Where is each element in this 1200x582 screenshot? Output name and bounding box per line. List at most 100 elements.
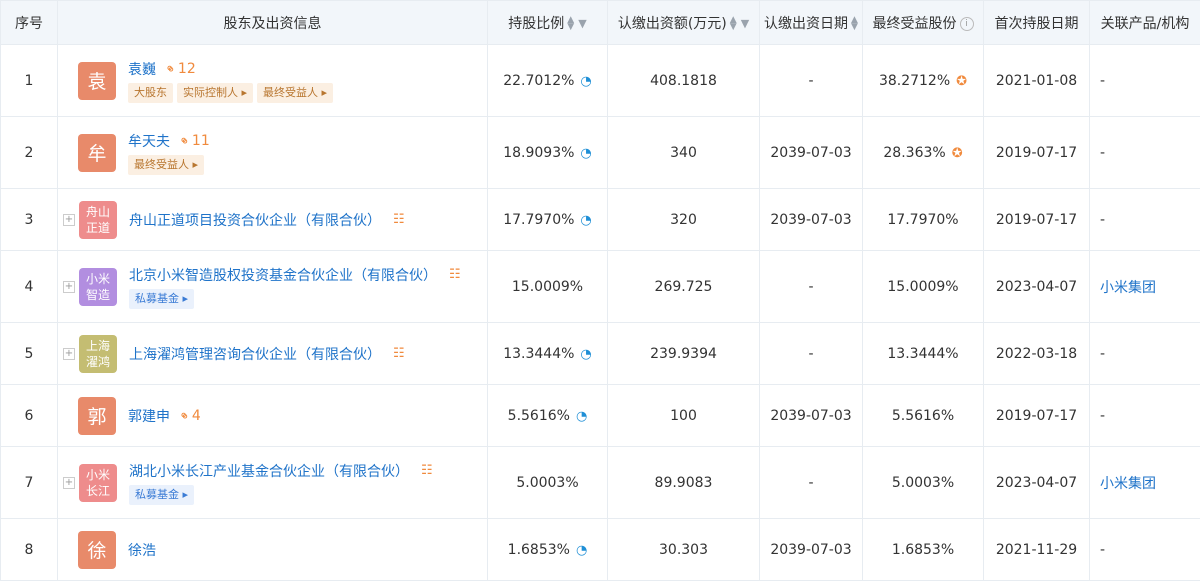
avatar: 郭	[78, 396, 116, 435]
info-icon[interactable]: i	[959, 16, 974, 31]
cell-first-date: 2019-07-17	[983, 384, 1090, 447]
cell-beneficial: 15.0009%	[862, 250, 984, 323]
equity-tree-icon[interactable]: ☷	[449, 267, 461, 282]
cell-seq: 1	[0, 44, 58, 117]
cell-first-date: 2023-04-07	[983, 250, 1090, 323]
relation-network-icon: ⚭	[174, 131, 193, 151]
shareholder-name-link[interactable]: 袁巍	[128, 59, 156, 79]
cell-first-date: 2022-03-18	[983, 322, 1090, 385]
cell-date: 2039-07-03	[759, 518, 863, 581]
shareholder-table: 序号 股东及出资信息 持股比例 ▲ ▼ ▼ 认缴出资额(万元) ▲ ▼ ▼ 认缴出资日期 ▲ ▼…	[0, 0, 1200, 581]
cell-first-date: 2021-11-29	[983, 518, 1090, 581]
cell-ratio: 5.0003%	[487, 446, 608, 519]
expand-button[interactable]: +	[63, 476, 75, 489]
cell-holder: + 上海濯鸿 上海濯鸿管理咨询合伙企业（有限合伙） ☷	[57, 322, 488, 385]
relation-network-icon: ⚭	[160, 59, 179, 79]
related-product-link[interactable]: 小米集团	[1100, 280, 1156, 296]
cell-holder: 袁 袁巍 ⚭12 大股东 实际控制人 ▸ 最终受益人 ▸	[57, 44, 488, 117]
tag-private-fund[interactable]: 私募基金 ▸	[129, 484, 195, 505]
related-product-link[interactable]: 小米集团	[1100, 476, 1156, 492]
col-date[interactable]: 认缴出资日期 ▲ ▼	[759, 0, 863, 45]
cell-first-date: 2019-07-17	[983, 188, 1090, 251]
filter-icon[interactable]: ▼	[741, 17, 749, 30]
cell-date: -	[759, 322, 863, 385]
cell-ratio: 18.9093% ◔	[487, 116, 608, 189]
cell-first-date: 2021-01-08	[983, 44, 1090, 117]
avatar: 舟山正道	[79, 200, 117, 239]
cell-related: -	[1089, 322, 1200, 385]
equity-tree-icon[interactable]: ☷	[393, 346, 405, 361]
pie-chart-icon[interactable]: ◔	[580, 213, 591, 228]
relation-count[interactable]: ⚭11	[174, 132, 209, 150]
cell-related: -	[1089, 384, 1200, 447]
sort-icon[interactable]: ▲ ▼	[730, 15, 737, 31]
col-first-date: 首次持股日期	[983, 0, 1090, 45]
beneficiary-icon[interactable]: ✪	[956, 74, 967, 89]
cell-related: -	[1089, 518, 1200, 581]
shareholder-name-link[interactable]: 上海濯鸿管理咨询合伙企业（有限合伙）	[129, 344, 381, 364]
cell-beneficial: 1.6853%	[862, 518, 984, 581]
equity-tree-icon[interactable]: ☷	[421, 463, 433, 478]
avatar: 小米长江	[79, 463, 117, 502]
cell-beneficial: 13.3444%	[862, 322, 984, 385]
cell-beneficial: 5.0003%	[862, 446, 984, 519]
avatar: 袁	[78, 61, 116, 100]
col-ratio[interactable]: 持股比例 ▲ ▼ ▼	[487, 0, 608, 45]
cell-first-date: 2019-07-17	[983, 116, 1090, 189]
table-row: 2 牟 牟天夫 ⚭11 最终受益人 ▸ 18.9093% ◔ 340 2039-…	[0, 116, 1200, 189]
equity-tree-icon[interactable]: ☷	[393, 212, 405, 227]
pie-chart-icon[interactable]: ◔	[580, 347, 591, 362]
cell-ratio: 1.6853% ◔	[487, 518, 608, 581]
relation-count[interactable]: ⚭4	[174, 407, 201, 425]
cell-first-date: 2023-04-07	[983, 446, 1090, 519]
cell-seq: 2	[0, 116, 58, 189]
pie-chart-icon[interactable]: ◔	[576, 409, 587, 424]
expand-button[interactable]: +	[63, 280, 75, 293]
tag-private-fund[interactable]: 私募基金 ▸	[129, 288, 195, 309]
beneficiary-icon[interactable]: ✪	[952, 146, 963, 161]
cell-amount: 239.9394	[607, 322, 760, 385]
avatar: 小米智造	[79, 267, 117, 306]
shareholder-name-link[interactable]: 湖北小米长江产业基金合伙企业（有限合伙）	[129, 461, 409, 481]
avatar: 徐	[78, 530, 116, 569]
table-row: 8 徐 徐浩 1.6853% ◔ 30.303 2039-07-03 1.6853…	[0, 518, 1200, 581]
sort-icon[interactable]: ▲ ▼	[851, 15, 858, 31]
cell-amount: 89.9083	[607, 446, 760, 519]
expand-button[interactable]: +	[63, 213, 75, 226]
shareholder-name-link[interactable]: 郭建申	[128, 406, 170, 426]
avatar: 牟	[78, 133, 116, 172]
cell-related: -	[1089, 44, 1200, 117]
pie-chart-icon[interactable]: ◔	[580, 74, 591, 89]
table-row: 4 + 小米智造 北京小米智造股权投资基金合伙企业（有限合伙） ☷ 私募基金 ▸	[0, 250, 1200, 323]
pie-chart-icon[interactable]: ◔	[576, 543, 587, 558]
tag-ultimate-beneficiary[interactable]: 最终受益人 ▸	[257, 82, 334, 103]
cell-seq: 8	[0, 518, 58, 581]
tag-actual-controller[interactable]: 实际控制人 ▸	[177, 82, 254, 103]
relation-count[interactable]: ⚭12	[160, 60, 195, 78]
avatar: 上海濯鸿	[79, 334, 117, 373]
tag-ultimate-beneficiary[interactable]: 最终受益人 ▸	[128, 154, 205, 175]
cell-beneficial: 5.5616%	[862, 384, 984, 447]
cell-date: 2039-07-03	[759, 188, 863, 251]
cell-seq: 4	[0, 250, 58, 323]
expand-button[interactable]: +	[63, 347, 75, 360]
cell-ratio: 17.7970% ◔	[487, 188, 608, 251]
cell-beneficial: 17.7970%	[862, 188, 984, 251]
shareholder-name-link[interactable]: 北京小米智造股权投资基金合伙企业（有限合伙）	[129, 265, 437, 285]
sort-icon[interactable]: ▲ ▼	[567, 15, 574, 31]
col-amount[interactable]: 认缴出资额(万元) ▲ ▼ ▼	[607, 0, 760, 45]
cell-ratio: 22.7012% ◔	[487, 44, 608, 117]
table-row: 5 + 上海濯鸿 上海濯鸿管理咨询合伙企业（有限合伙） ☷ 13.3444% ◔ …	[0, 322, 1200, 385]
cell-beneficial: 38.2712% ✪	[862, 44, 984, 117]
shareholder-name-link[interactable]: 舟山正道项目投资合伙企业（有限合伙）	[129, 210, 381, 230]
cell-seq: 7	[0, 446, 58, 519]
filter-icon[interactable]: ▼	[578, 17, 586, 30]
cell-amount: 320	[607, 188, 760, 251]
cell-date: -	[759, 446, 863, 519]
cell-amount: 269.725	[607, 250, 760, 323]
pie-chart-icon[interactable]: ◔	[580, 146, 591, 161]
shareholder-name-link[interactable]: 徐浩	[128, 540, 156, 560]
relation-network-icon: ⚭	[174, 406, 193, 426]
shareholder-name-link[interactable]: 牟天夫	[128, 131, 170, 151]
cell-date: 2039-07-03	[759, 116, 863, 189]
